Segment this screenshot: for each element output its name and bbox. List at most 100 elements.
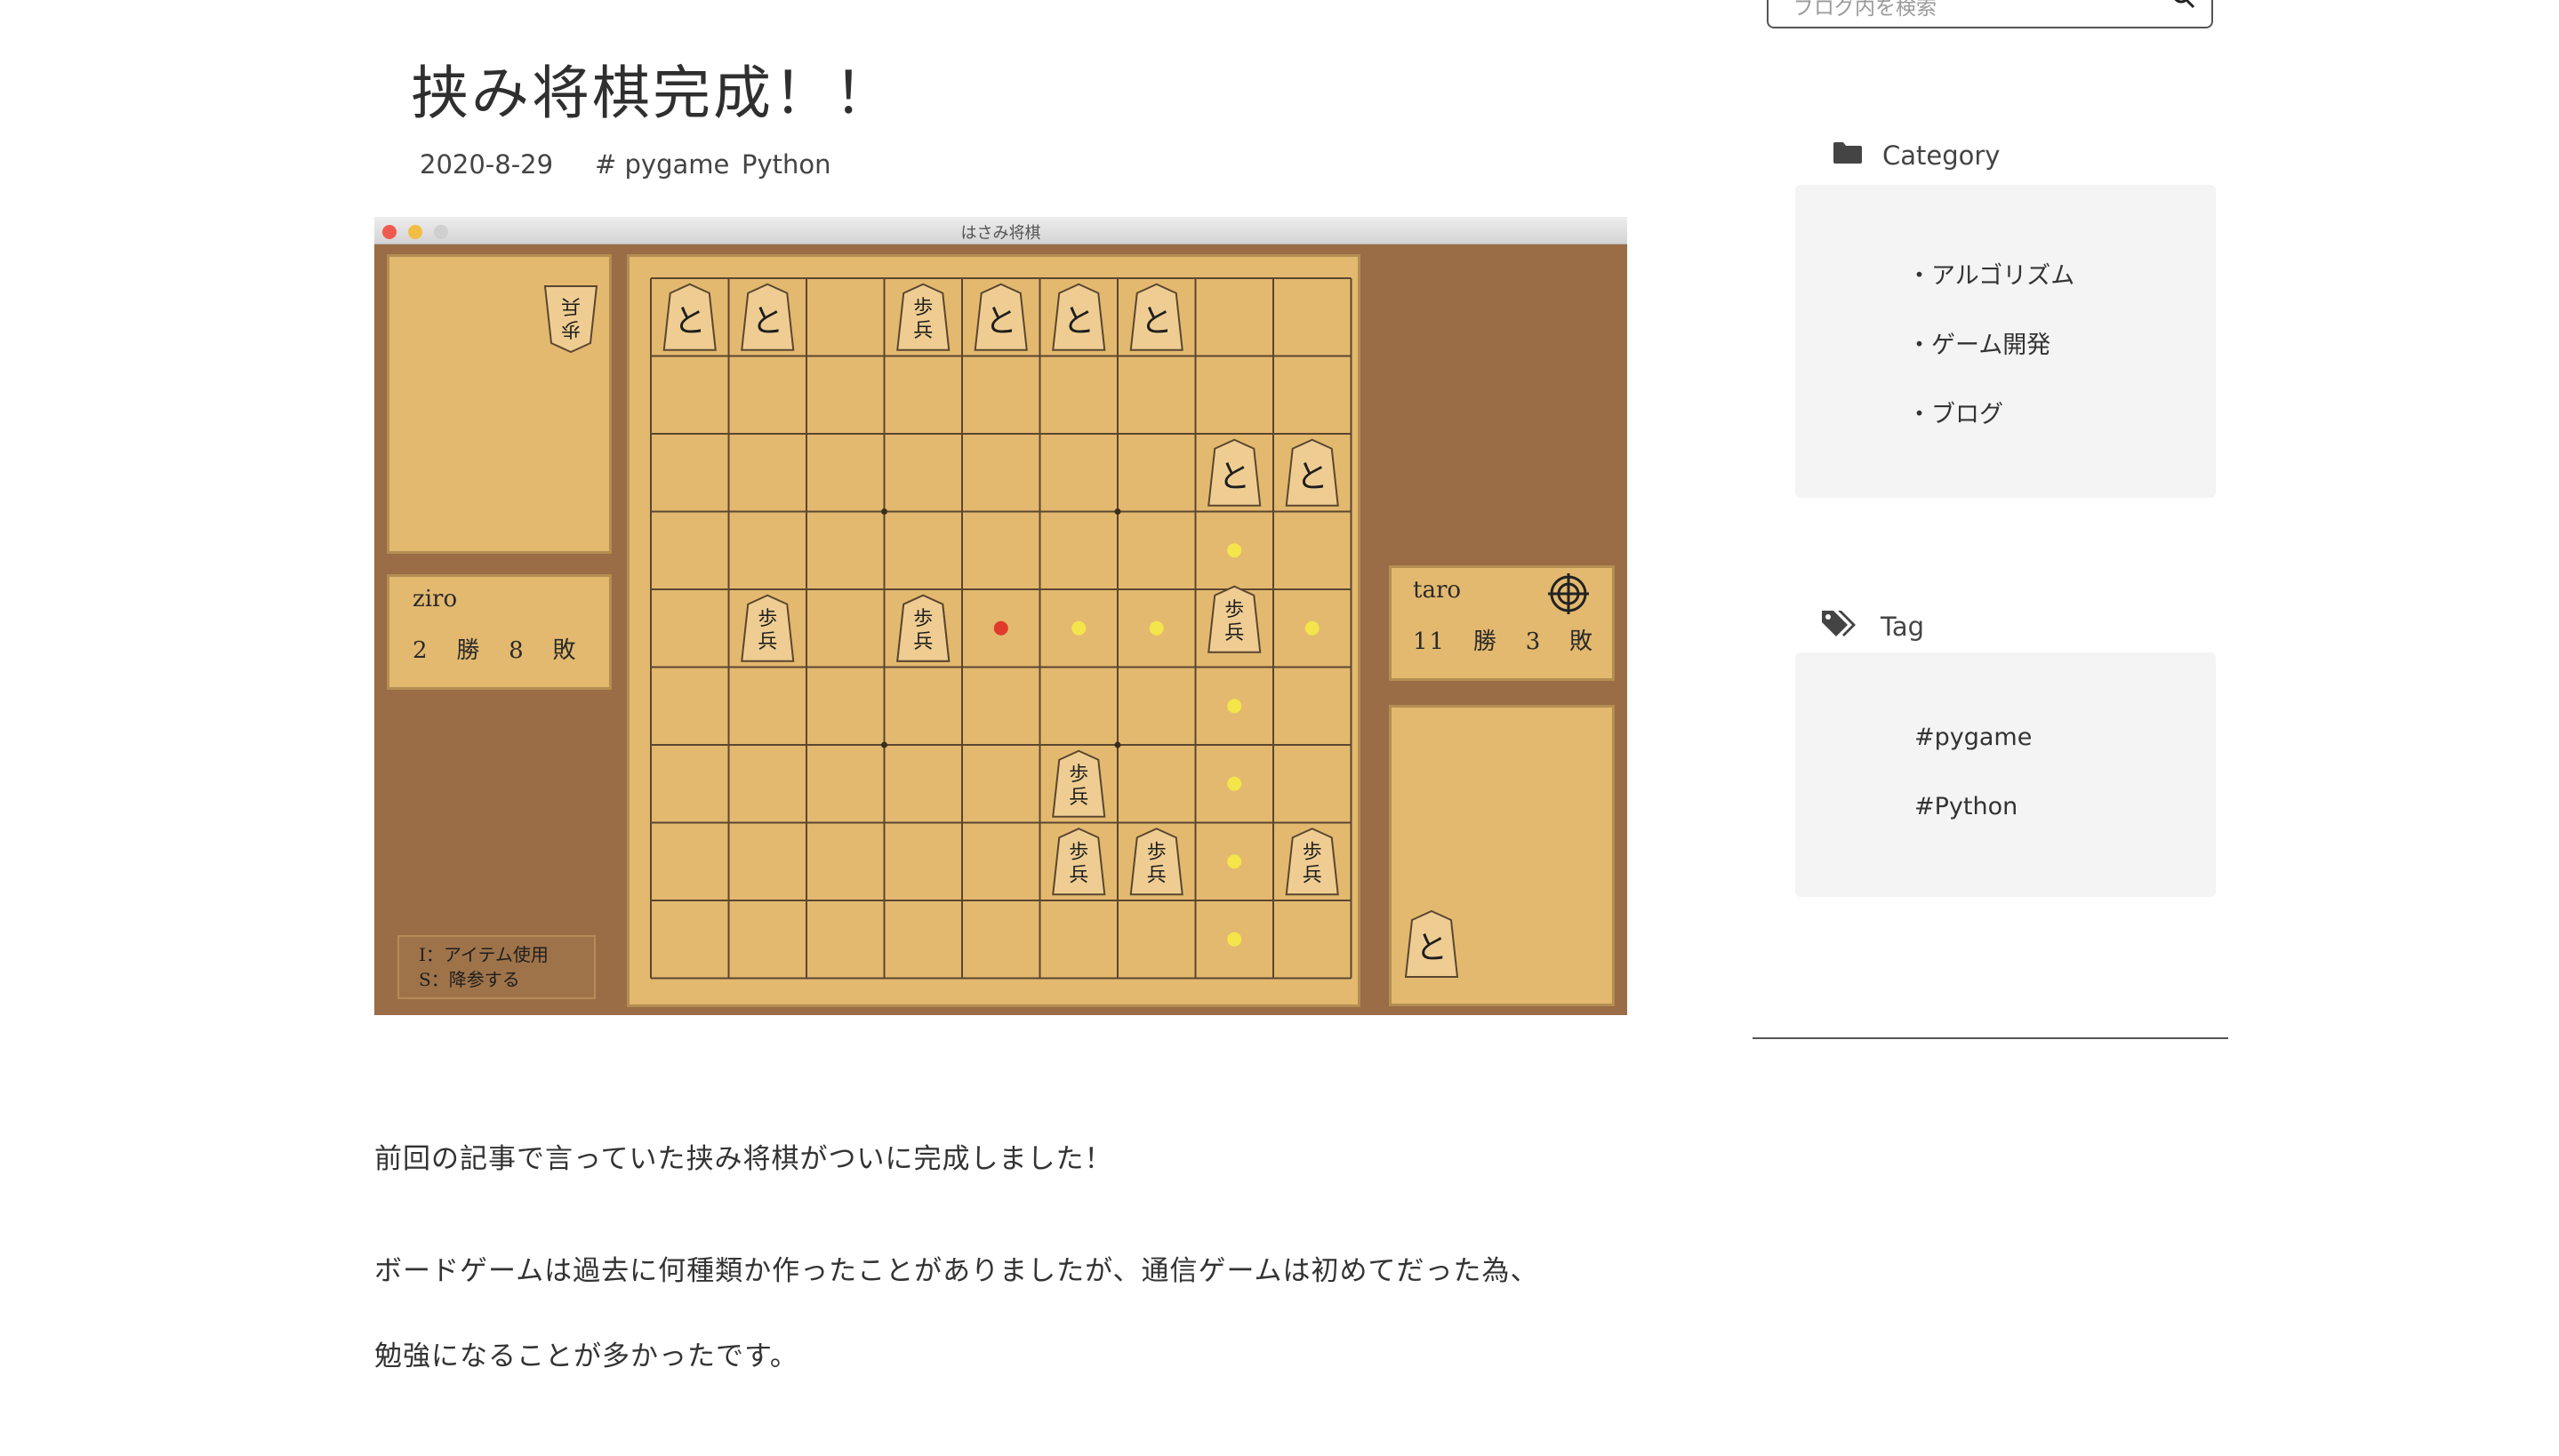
move-dot <box>1227 932 1242 947</box>
search-input[interactable]: ブログ内を検索 <box>1767 0 2213 28</box>
category-heading: Category <box>1833 140 2000 171</box>
fuhyo-piece: 歩兵 <box>896 594 951 662</box>
paragraph-2: ボードゲームは過去に何種類か作ったことがありましたが、通信ゲームは初めてだった為… <box>374 1255 1539 1287</box>
to-piece: と <box>662 283 717 351</box>
category-card: ・アルゴリズム ・ゲーム開発 ・ブログ <box>1795 185 2216 498</box>
svg-text:歩: 歩 <box>913 608 933 630</box>
category-link-blog[interactable]: ・ブログ <box>1907 395 2003 429</box>
sidebar-divider <box>1753 1037 2228 1039</box>
svg-text:と: と <box>1218 459 1250 495</box>
svg-text:兵: 兵 <box>1069 787 1088 809</box>
svg-text:兵: 兵 <box>1224 622 1244 644</box>
fuhyo-piece: 歩兵 <box>1052 828 1106 896</box>
move-dot <box>1227 854 1242 869</box>
svg-text:兵: 兵 <box>913 631 933 653</box>
tag-link-python[interactable]: #Python <box>1914 793 2018 820</box>
fuhyo-piece: 歩兵 <box>1129 828 1183 896</box>
svg-text:歩: 歩 <box>1147 841 1167 863</box>
captured-fuhyo: 歩兵 <box>543 285 598 354</box>
to-piece: と <box>974 283 1028 351</box>
move-dot <box>1227 776 1242 791</box>
svg-text:と: と <box>751 303 783 340</box>
player-name-left: ziro <box>413 586 458 612</box>
svg-text:歩: 歩 <box>1224 599 1244 621</box>
tag-card: #pygame #Python <box>1795 652 2216 897</box>
svg-text:兵: 兵 <box>758 631 777 653</box>
target-icon <box>1548 573 1589 618</box>
move-dot <box>1071 620 1087 636</box>
search-placeholder: ブログ内を検索 <box>1793 0 1937 20</box>
fuhyo-piece: 歩兵 <box>741 594 795 662</box>
help-line-item: I：アイテム使用 <box>419 944 549 965</box>
win-label-left: 勝 <box>456 637 482 664</box>
tag-link-pygame-meta[interactable]: # pygame <box>595 149 729 180</box>
tag-link-pygame[interactable]: #pygame <box>1914 724 2032 751</box>
player-record-right: 11 勝 3 敗 <box>1413 623 1594 656</box>
to-piece: と <box>1285 438 1339 507</box>
fuhyo-piece: 歩兵 <box>896 283 951 351</box>
captured-stand-right: と <box>1389 705 1615 1006</box>
to-piece: と <box>1052 283 1106 351</box>
svg-text:兵: 兵 <box>561 294 581 316</box>
move-dot <box>1227 699 1242 714</box>
to-piece: と <box>1129 283 1183 351</box>
help-box: I：アイテム使用 S：降参する <box>397 935 596 999</box>
svg-text:歩: 歩 <box>561 317 581 340</box>
category-link-game-dev[interactable]: ・ゲーム開発 <box>1907 325 2050 360</box>
svg-text:兵: 兵 <box>913 320 933 342</box>
selected-piece: 歩兵 <box>1207 585 1262 653</box>
category-heading-label: Category <box>1882 140 2001 171</box>
svg-text:兵: 兵 <box>1147 864 1167 886</box>
loss-label-right: 敗 <box>1569 628 1595 655</box>
paragraph-3: 勉強になることが多かったです。 <box>374 1340 798 1372</box>
post-date: 2020-8-29 <box>420 149 554 180</box>
svg-text:と: と <box>1063 303 1095 340</box>
tag-heading-label: Tag <box>1881 611 1925 642</box>
losses-left: 8 <box>509 637 525 664</box>
svg-text:兵: 兵 <box>1069 864 1088 886</box>
to-piece: と <box>741 283 795 351</box>
paragraph-1: 前回の記事で言っていた挟み将棋がついに完成しました！ <box>374 1143 1113 1175</box>
svg-text:と: と <box>674 303 706 340</box>
win-label-right: 勝 <box>1472 628 1498 655</box>
window-titlebar: はさみ将棋 <box>374 217 1627 244</box>
move-dot <box>1149 620 1164 636</box>
search-icon[interactable] <box>2170 0 2197 11</box>
player-panel-left: ziro 2 勝 8 敗 <box>387 574 612 690</box>
red-dot <box>993 620 1008 636</box>
star-point <box>881 508 887 515</box>
category-link-algorithm[interactable]: ・アルゴリズム <box>1907 256 2074 291</box>
move-dot <box>1304 620 1320 636</box>
folder-icon <box>1833 140 1863 171</box>
svg-text:と: と <box>1296 459 1328 495</box>
player-record-left: 2 勝 8 敗 <box>413 632 578 665</box>
svg-text:歩: 歩 <box>1069 764 1088 786</box>
fuhyo-piece: 歩兵 <box>1285 828 1339 896</box>
svg-text:と: と <box>985 303 1017 340</box>
help-line-surrender: S：降参する <box>419 969 520 990</box>
wins-right: 11 <box>1413 628 1447 655</box>
star-point <box>881 741 887 748</box>
captured-piece-left: 歩兵 <box>543 284 598 358</box>
svg-text:歩: 歩 <box>758 608 777 630</box>
player-panel-right: taro 11 勝 3 敗 <box>1389 565 1615 681</box>
svg-text:兵: 兵 <box>1303 864 1322 886</box>
page-title: 挟み将棋完成！！ <box>411 60 895 127</box>
star-point <box>1114 741 1121 748</box>
window-title: はさみ将棋 <box>960 224 1041 243</box>
shogi-board[interactable]: とととととととと歩兵歩兵歩兵歩兵歩兵歩兵歩兵歩兵 <box>627 254 1360 1007</box>
tag-heading: Tag <box>1820 608 1924 644</box>
svg-text:歩: 歩 <box>913 297 933 319</box>
svg-text:歩: 歩 <box>1303 841 1322 863</box>
captured-to: と <box>1404 909 1459 978</box>
to-piece: と <box>1207 438 1262 507</box>
star-point <box>1114 508 1121 515</box>
fuhyo-piece: 歩兵 <box>1052 749 1106 818</box>
svg-text:と: と <box>1141 303 1173 340</box>
tag-link-python-meta[interactable]: Python <box>742 149 831 180</box>
move-dot <box>1227 543 1242 558</box>
player-name-right: taro <box>1413 577 1462 604</box>
svg-text:歩: 歩 <box>1069 841 1088 863</box>
board-grid[interactable]: とととととととと歩兵歩兵歩兵歩兵歩兵歩兵歩兵歩兵 <box>630 257 1358 1004</box>
losses-right: 3 <box>1525 628 1543 655</box>
